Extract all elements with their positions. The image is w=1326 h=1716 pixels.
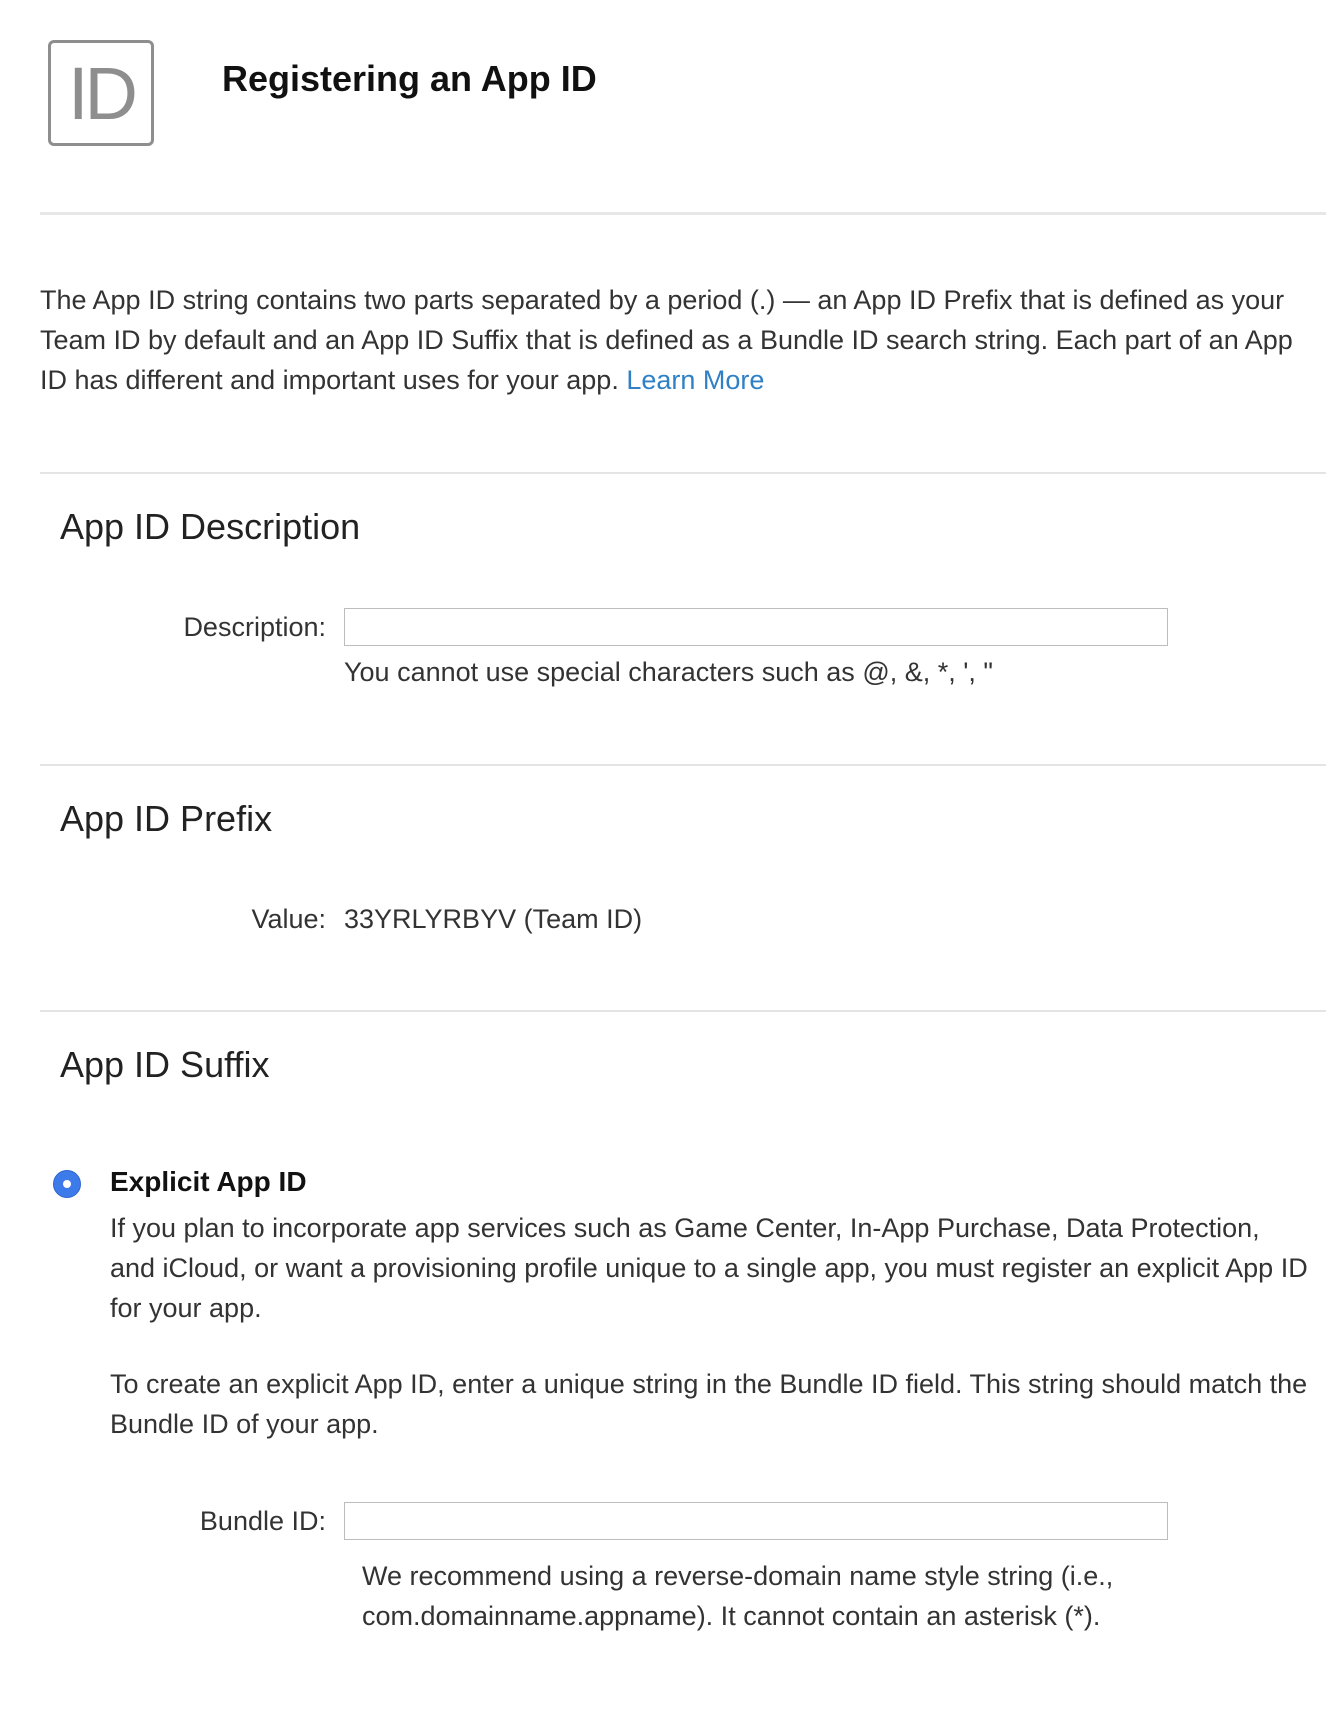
- header-divider: [40, 212, 1326, 215]
- radio-selected-dot: [63, 1180, 71, 1188]
- intro-paragraph: The App ID string contains two parts sep…: [40, 280, 1320, 400]
- prefix-value-label: Value:: [251, 904, 326, 934]
- section-title-prefix: App ID Prefix: [60, 798, 273, 839]
- id-badge-icon: ID: [48, 40, 154, 146]
- explicit-app-id-description: If you plan to incorporate app services …: [110, 1213, 1308, 1323]
- description-hint: You cannot use special characters such a…: [344, 657, 993, 687]
- register-app-id-page: ID Registering an App ID The App ID stri…: [0, 0, 1326, 1716]
- learn-more-link[interactable]: Learn More: [626, 365, 764, 395]
- bundle-id-label: Bundle ID:: [199, 1506, 326, 1536]
- description-label: Description:: [183, 612, 326, 642]
- prefix-value: 33YRLYRBYV (Team ID): [344, 904, 643, 934]
- id-badge-text: ID: [68, 51, 138, 135]
- bundle-id-hint: We recommend using a reverse-domain name…: [362, 1561, 1114, 1631]
- section-title-description: App ID Description: [60, 506, 361, 547]
- page-title: Registering an App ID: [222, 58, 597, 99]
- bundle-id-input[interactable]: [344, 1502, 1168, 1540]
- section-divider: [40, 472, 1326, 474]
- description-input[interactable]: [344, 608, 1168, 646]
- explicit-app-id-radio[interactable]: [53, 1170, 81, 1198]
- explicit-app-id-label[interactable]: Explicit App ID: [110, 1166, 307, 1198]
- explicit-app-id-instructions: To create an explicit App ID, enter a un…: [110, 1369, 1308, 1439]
- section-title-suffix: App ID Suffix: [60, 1044, 270, 1085]
- section-divider: [40, 1010, 1326, 1012]
- section-divider: [40, 764, 1326, 766]
